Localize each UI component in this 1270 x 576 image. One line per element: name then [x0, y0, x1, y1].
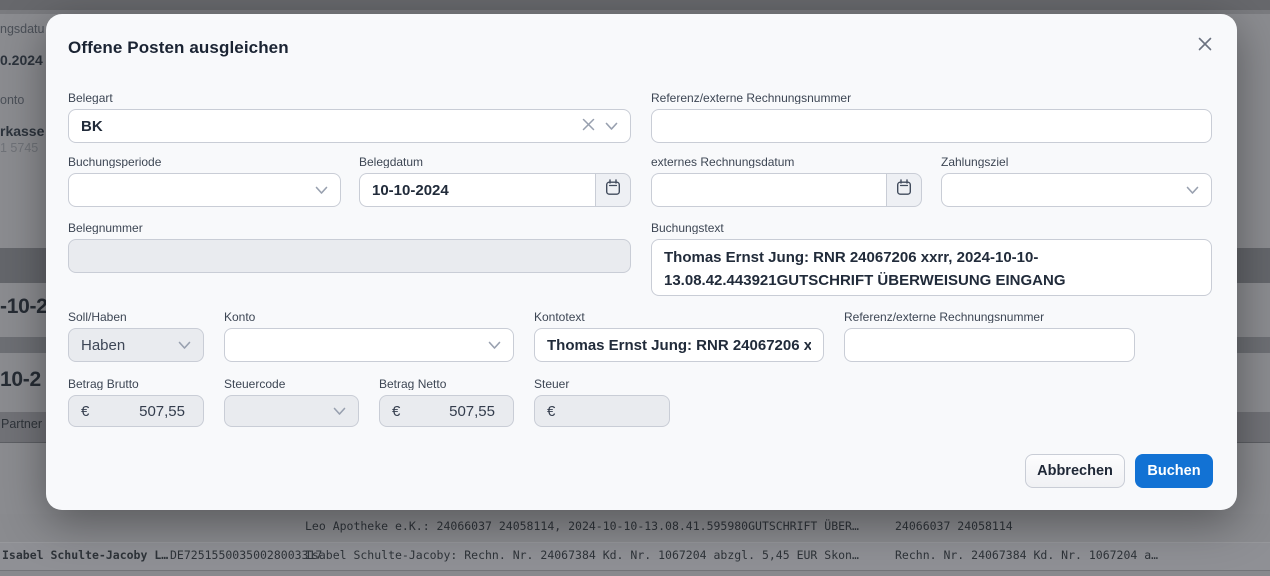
chevron-down-icon: [178, 337, 191, 354]
belegnummer-input: [68, 239, 631, 273]
belegdatum-calendar-button[interactable]: [595, 173, 631, 207]
betrag-netto-label: Betrag Netto: [379, 377, 514, 390]
referenz-extern-input-1[interactable]: [651, 109, 1212, 143]
belegnummer-label: Belegnummer: [68, 221, 631, 234]
backdrop-date-group-1: -10-2: [0, 295, 48, 319]
zahlungsziel-select[interactable]: [941, 173, 1212, 207]
konto-label: Konto: [224, 310, 514, 323]
externes-rechnungsdatum-label: externes Rechnungsdatum: [651, 155, 922, 168]
background-table-row-edge: [0, 570, 1270, 576]
konto-select[interactable]: [224, 328, 514, 362]
belegnummer-field: Belegnummer: [68, 221, 631, 273]
betrag-brutto-label: Betrag Brutto: [68, 377, 204, 390]
soll-haben-label: Soll/Haben: [68, 310, 204, 323]
backdrop-value-konto: rkasse: [0, 123, 44, 139]
settle-open-items-dialog: Offene Posten ausgleichen Belegart BK Re…: [46, 14, 1237, 510]
clear-icon[interactable]: [582, 118, 595, 135]
externes-rechnungsdatum-field: externes Rechnungsdatum: [651, 155, 922, 207]
buchungstext-textarea[interactable]: Thomas Ernst Jung: RNR 24067206 xxrr, 20…: [651, 239, 1212, 296]
betrag-brutto-field: Betrag Brutto € 507,55: [68, 377, 204, 427]
table-cell-iban: DE72515500350028003317: [170, 548, 322, 562]
background-toolbar: [0, 0, 1270, 10]
currency-symbol: €: [81, 403, 139, 420]
backdrop-iban-fragment: 1 5745: [0, 141, 38, 155]
referenz-extern-field-2: Referenz/externe Rechnungsnummer: [844, 310, 1135, 362]
referenz-extern-field-1: Referenz/externe Rechnungsnummer: [651, 91, 1212, 143]
belegart-field: Belegart BK: [68, 91, 631, 143]
table-cell-ref: 24066037 24058114: [895, 519, 1013, 533]
buchungsperiode-select[interactable]: [68, 173, 341, 207]
soll-haben-field: Soll/Haben Haben: [68, 310, 204, 362]
referenz-extern-label: Referenz/externe Rechnungsnummer: [844, 310, 1135, 323]
dialog-title: Offene Posten ausgleichen: [68, 38, 289, 58]
table-cell-ref: Rechn. Nr. 24067384 Kd. Nr. 1067204 a…: [895, 548, 1158, 562]
kontotext-label: Kontotext: [534, 310, 824, 323]
table-cell-text: Isabel Schulte-Jacoby: Rechn. Nr. 240673…: [305, 548, 859, 562]
steuercode-select: [224, 395, 359, 427]
calendar-icon: [605, 179, 621, 201]
table-cell-text: Leo Apotheke e.K.: 24066037 24058114, 20…: [305, 519, 859, 533]
konto-field: Konto: [224, 310, 514, 362]
chevron-down-icon[interactable]: [605, 118, 618, 135]
belegdatum-label: Belegdatum: [359, 155, 631, 168]
backdrop-date-group-2: 10-2: [0, 368, 41, 392]
betrag-brutto-input: € 507,55: [68, 395, 204, 427]
referenz-extern-label: Referenz/externe Rechnungsnummer: [651, 91, 1212, 104]
steuer-input: €: [534, 395, 670, 427]
table-cell-partner: Isabel Schulte-Jacoby L…: [2, 548, 168, 562]
zahlungsziel-field: Zahlungsziel: [941, 155, 1212, 207]
steuer-field: Steuer €: [534, 377, 670, 427]
betrag-netto-input: € 507,55: [379, 395, 514, 427]
belegdatum-field: Belegdatum 10-10-2024: [359, 155, 631, 207]
buchungsperiode-field: Buchungsperiode: [68, 155, 341, 207]
backdrop-label-buchungsdatum: ngsdatu: [0, 22, 44, 36]
chevron-down-icon[interactable]: [315, 182, 328, 199]
betrag-netto-field: Betrag Netto € 507,55: [379, 377, 514, 427]
belegart-select[interactable]: BK: [68, 109, 631, 143]
zahlungsziel-label: Zahlungsziel: [941, 155, 1212, 168]
currency-symbol: €: [392, 403, 449, 420]
belegdatum-input[interactable]: 10-10-2024: [359, 173, 595, 207]
steuercode-field: Steuercode: [224, 377, 359, 427]
backdrop-partner-column-header: Partner: [1, 417, 42, 431]
referenz-extern-input-2[interactable]: [844, 328, 1135, 362]
buchungstext-field: Buchungstext Thomas Ernst Jung: RNR 2406…: [651, 221, 1212, 296]
submit-button[interactable]: Buchen: [1135, 454, 1213, 488]
backdrop-label-konto: onto: [0, 93, 24, 107]
cancel-button[interactable]: Abbrechen: [1025, 454, 1125, 488]
currency-symbol: €: [547, 403, 651, 420]
kontotext-field: Kontotext Thomas Ernst Jung: RNR 2406720…: [534, 310, 824, 362]
belegart-label: Belegart: [68, 91, 631, 104]
backdrop-value-buchungsdatum: 0.2024: [0, 52, 43, 68]
steuercode-label: Steuercode: [224, 377, 359, 390]
buchungsperiode-label: Buchungsperiode: [68, 155, 341, 168]
chevron-down-icon: [333, 403, 346, 420]
externes-rechnungsdatum-input[interactable]: [651, 173, 886, 207]
calendar-icon: [896, 179, 912, 201]
kontotext-input[interactable]: Thomas Ernst Jung: RNR 24067206 xxrr, 20…: [534, 328, 824, 362]
chevron-down-icon[interactable]: [1186, 182, 1199, 199]
soll-haben-select: Haben: [68, 328, 204, 362]
close-icon: [1197, 36, 1213, 57]
close-button[interactable]: [1195, 36, 1215, 56]
buchungstext-label: Buchungstext: [651, 221, 1212, 234]
externes-rechnungsdatum-calendar-button[interactable]: [886, 173, 922, 207]
steuer-label: Steuer: [534, 377, 670, 390]
chevron-down-icon[interactable]: [488, 337, 501, 354]
